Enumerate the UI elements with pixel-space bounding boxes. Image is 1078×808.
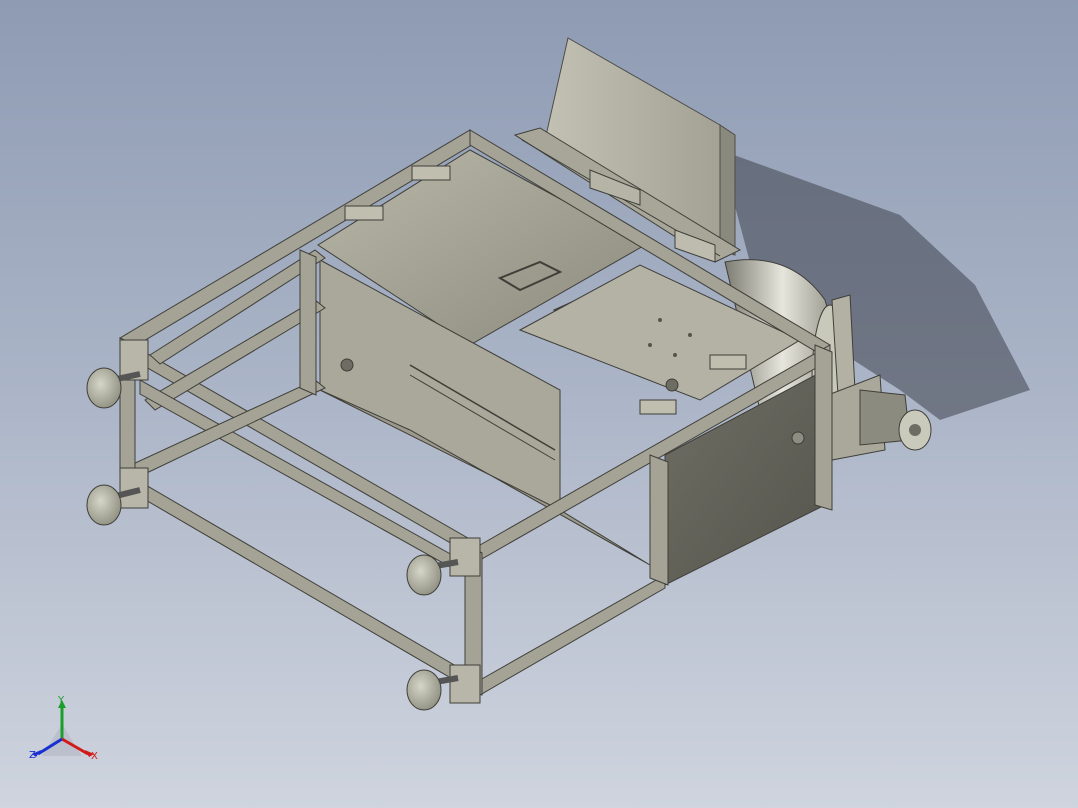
triad-x-label: X <box>91 751 98 762</box>
hinge <box>709 354 747 370</box>
view-orientation-triad[interactable]: Y Z X <box>22 694 112 774</box>
triad-z-label: Z <box>29 750 36 761</box>
hinge <box>344 205 384 221</box>
interior-hole <box>665 378 679 392</box>
plate-hole <box>673 353 677 357</box>
interior-hole <box>340 358 354 372</box>
frame-upright <box>649 454 669 586</box>
plate-hole <box>688 333 692 337</box>
corner-plate <box>449 537 481 577</box>
corner-plate <box>449 664 481 704</box>
corner-plate <box>119 467 149 509</box>
frame-bottom-front-rail <box>479 574 666 696</box>
plate-hole <box>658 318 662 322</box>
motor-shaft-hole <box>909 424 921 436</box>
hinge <box>639 399 677 415</box>
triad-y-label: Y <box>58 695 65 706</box>
assembly-model[interactable] <box>0 0 1078 808</box>
hinge <box>411 165 451 181</box>
back-plate-edge <box>719 124 736 256</box>
triad-graphic <box>32 700 94 757</box>
door-knob <box>791 431 805 445</box>
frame-upright <box>814 344 833 511</box>
plate-hole <box>648 343 652 347</box>
frame-upright <box>299 249 317 396</box>
cad-graphics-viewport[interactable]: Y Z X <box>0 0 1078 808</box>
